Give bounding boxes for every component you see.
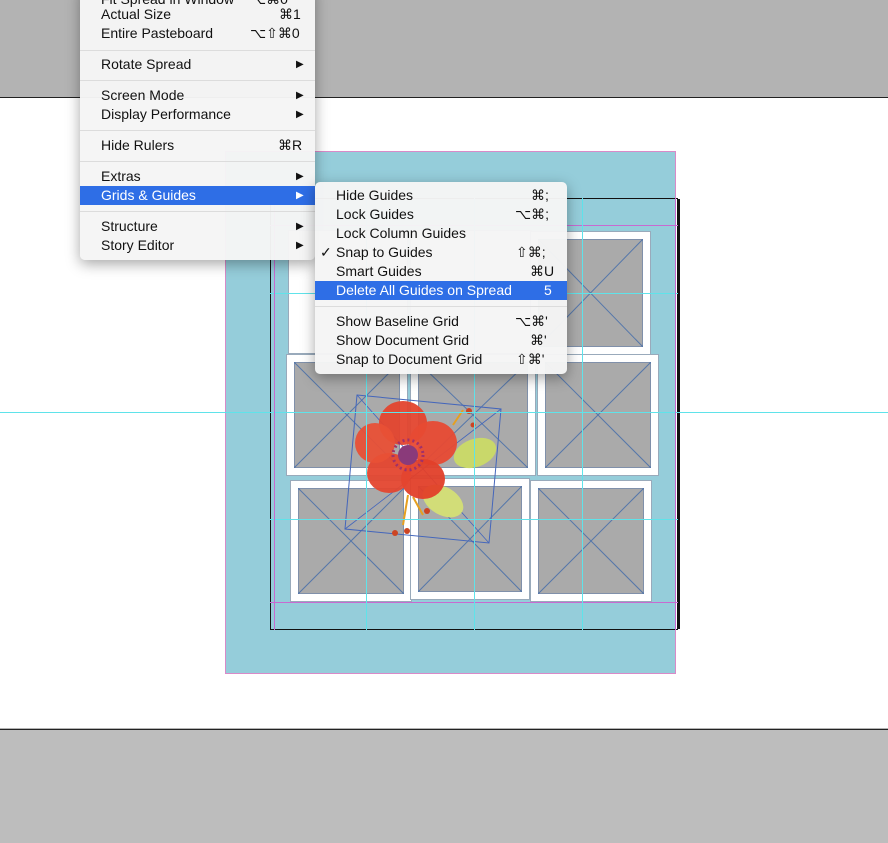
- menu-item-label: Show Baseline Grid: [336, 313, 459, 329]
- menu-item-label: Snap to Document Grid: [336, 351, 483, 367]
- menu-item-label: Lock Column Guides: [336, 225, 466, 241]
- menu-item-display-performance[interactable]: Display Performance ▶: [80, 105, 315, 124]
- menu-item-lock-column-guides[interactable]: Lock Column Guides: [315, 224, 567, 243]
- menu-item-actual-size[interactable]: Actual Size ⌘1: [80, 5, 315, 24]
- menu-item-label: Structure: [101, 218, 158, 234]
- menu-item-label: Lock Guides: [336, 206, 414, 222]
- menu-item-entire-pasteboard[interactable]: Entire Pasteboard ⌥⇧⌘0: [80, 24, 315, 43]
- menu-item-hide-rulers[interactable]: Hide Rulers ⌘R: [80, 136, 315, 155]
- pasteboard-bottom: [0, 729, 888, 843]
- menu-item-snap-to-guides[interactable]: ✓ Snap to Guides ⇧⌘;: [315, 243, 567, 262]
- menu-item-label: Display Performance: [101, 106, 231, 122]
- menu-item-shortcut: ⌘': [530, 332, 547, 348]
- vertical-guide[interactable]: [582, 198, 583, 630]
- submenu-arrow-icon: ▶: [296, 109, 304, 120]
- menu-item-snap-to-document-grid[interactable]: Snap to Document Grid ⇧⌘': [315, 350, 567, 369]
- submenu-arrow-icon: ▶: [296, 171, 304, 182]
- menu-item-label: Grids & Guides: [101, 187, 196, 203]
- vertical-guide[interactable]: [274, 198, 275, 630]
- image-frame[interactable]: [530, 480, 652, 602]
- grids-guides-submenu: Hide Guides ⌘; Lock Guides ⌥⌘; Lock Colu…: [315, 182, 567, 374]
- menu-item-label: Screen Mode: [101, 87, 185, 103]
- menu-item-delete-all-guides[interactable]: Delete All Guides on Spread 5: [315, 281, 567, 300]
- menu-separator: [315, 306, 567, 307]
- menu-separator: [80, 50, 315, 51]
- menu-item-shortcut: ⌘1: [279, 6, 301, 22]
- submenu-arrow-icon: ▶: [296, 221, 304, 232]
- submenu-arrow-icon: ▶: [296, 190, 304, 201]
- menu-item-label: Smart Guides: [336, 263, 422, 279]
- menu-item-hide-guides[interactable]: Hide Guides ⌘;: [315, 186, 567, 205]
- menu-item-label: Entire Pasteboard: [101, 25, 214, 41]
- checkmark-icon: ✓: [320, 244, 332, 260]
- menu-item-shortcut: ⌥⇧⌘0: [250, 25, 300, 41]
- menu-separator: [80, 161, 315, 162]
- menu-item-grids-guides[interactable]: Grids & Guides ▶: [80, 186, 315, 205]
- menu-item-shortcut: ⇧⌘': [516, 351, 545, 367]
- vertical-guide[interactable]: [675, 198, 676, 630]
- menu-item-shortcut: ⌘U: [530, 263, 555, 279]
- menu-item-label: Hide Rulers: [101, 137, 175, 153]
- menu-separator: [80, 80, 315, 81]
- horizontal-guide[interactable]: [0, 412, 888, 413]
- menu-item-shortcut: ⇧⌘;: [516, 244, 546, 260]
- menu-item-show-document-grid[interactable]: Show Document Grid ⌘': [315, 331, 567, 350]
- menu-item-show-baseline-grid[interactable]: Show Baseline Grid ⌥⌘': [315, 312, 567, 331]
- menu-item-shortcut: ⌘;: [531, 187, 549, 203]
- view-menu: Fit Spread in Window ⌥⌘0 Actual Size ⌘1 …: [80, 0, 315, 260]
- menu-item-shortcut: ⌥⌘': [515, 313, 548, 329]
- menu-item-shortcut: 5: [544, 282, 552, 298]
- menu-item-shortcut: ⌥⌘;: [515, 206, 550, 222]
- menu-item-label: Show Document Grid: [336, 332, 470, 348]
- menu-item-label: Hide Guides: [336, 187, 414, 203]
- submenu-arrow-icon: ▶: [296, 90, 304, 101]
- menu-item-label: Rotate Spread: [101, 56, 192, 72]
- menu-item-shortcut: ⌘R: [278, 137, 303, 153]
- menu-item-lock-guides[interactable]: Lock Guides ⌥⌘;: [315, 205, 567, 224]
- menu-item-label: Delete All Guides on Spread: [336, 282, 512, 298]
- menu-item-screen-mode[interactable]: Screen Mode ▶: [80, 86, 315, 105]
- menu-item-story-editor[interactable]: Story Editor ▶: [80, 236, 315, 255]
- menu-separator: [80, 130, 315, 131]
- menu-item-smart-guides[interactable]: Smart Guides ⌘U: [315, 262, 567, 281]
- menu-item-structure[interactable]: Structure ▶: [80, 217, 315, 236]
- menu-item-label: Actual Size: [101, 6, 172, 22]
- menu-item-label: Story Editor: [101, 237, 175, 253]
- menu-item-rotate-spread[interactable]: Rotate Spread ▶: [80, 55, 315, 74]
- submenu-arrow-icon: ▶: [296, 240, 304, 251]
- menu-item-label: Snap to Guides: [336, 244, 433, 260]
- flower-graphic[interactable]: [343, 385, 503, 545]
- menu-item-label: Extras: [101, 168, 141, 184]
- menu-separator: [80, 211, 315, 212]
- menu-item-extras[interactable]: Extras ▶: [80, 167, 315, 186]
- submenu-arrow-icon: ▶: [296, 59, 304, 70]
